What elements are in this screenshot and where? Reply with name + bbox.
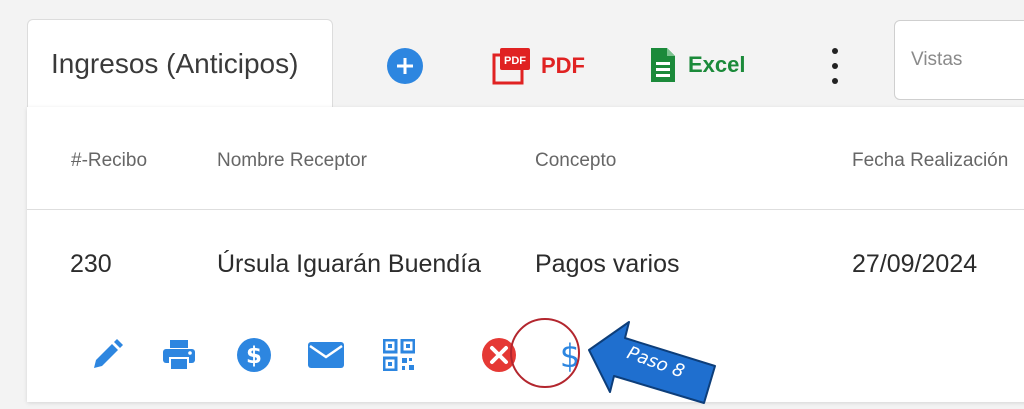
excel-label: Excel (688, 52, 746, 77)
pdf-file-icon: PDF (492, 48, 530, 85)
cell-nombre: Úrsula Iguarán Buendía (217, 250, 482, 278)
spreadsheet-icon (651, 48, 675, 82)
more-vert-icon (832, 48, 838, 54)
qr-code-icon (383, 339, 415, 371)
edit-button[interactable] (87, 335, 127, 375)
table-header: #-Recibo Nombre Receptor Concepto Fecha … (27, 107, 1024, 210)
page-title-tab[interactable]: Ingresos (Anticipos) (27, 19, 333, 107)
column-header-fecha[interactable]: Fecha Realización (852, 150, 1008, 172)
qr-code-button[interactable] (379, 335, 419, 375)
views-select[interactable]: Vistas (894, 20, 1024, 100)
views-placeholder: Vistas (911, 49, 963, 70)
payment-button[interactable]: $ (234, 335, 274, 375)
print-icon (163, 340, 195, 371)
export-pdf-button[interactable]: PDF PDF (492, 46, 585, 86)
pdf-label: PDF (541, 53, 585, 78)
column-header-nombre[interactable]: Nombre Receptor (217, 150, 367, 172)
export-excel-button[interactable]: Excel (649, 45, 746, 85)
email-icon (308, 342, 344, 368)
add-button[interactable] (387, 48, 423, 84)
email-button[interactable] (306, 335, 346, 375)
plus-icon (397, 58, 413, 74)
svg-text:$: $ (246, 343, 262, 369)
column-header-recibo[interactable]: #-Recibo (71, 150, 147, 172)
payment-icon: $ (237, 338, 271, 372)
cell-concepto: Pagos varios (535, 250, 680, 278)
print-button[interactable] (159, 335, 199, 375)
cell-recibo: 230 (70, 250, 112, 278)
more-options-button[interactable] (827, 48, 843, 84)
page-title: Ingresos (Anticipos) (51, 47, 299, 79)
column-header-concepto[interactable]: Concepto (535, 150, 616, 172)
pdf-badge-text: PDF (504, 55, 526, 67)
edit-icon (94, 339, 123, 368)
highlight-circle (510, 318, 580, 388)
cell-fecha: 27/09/2024 (852, 250, 978, 278)
